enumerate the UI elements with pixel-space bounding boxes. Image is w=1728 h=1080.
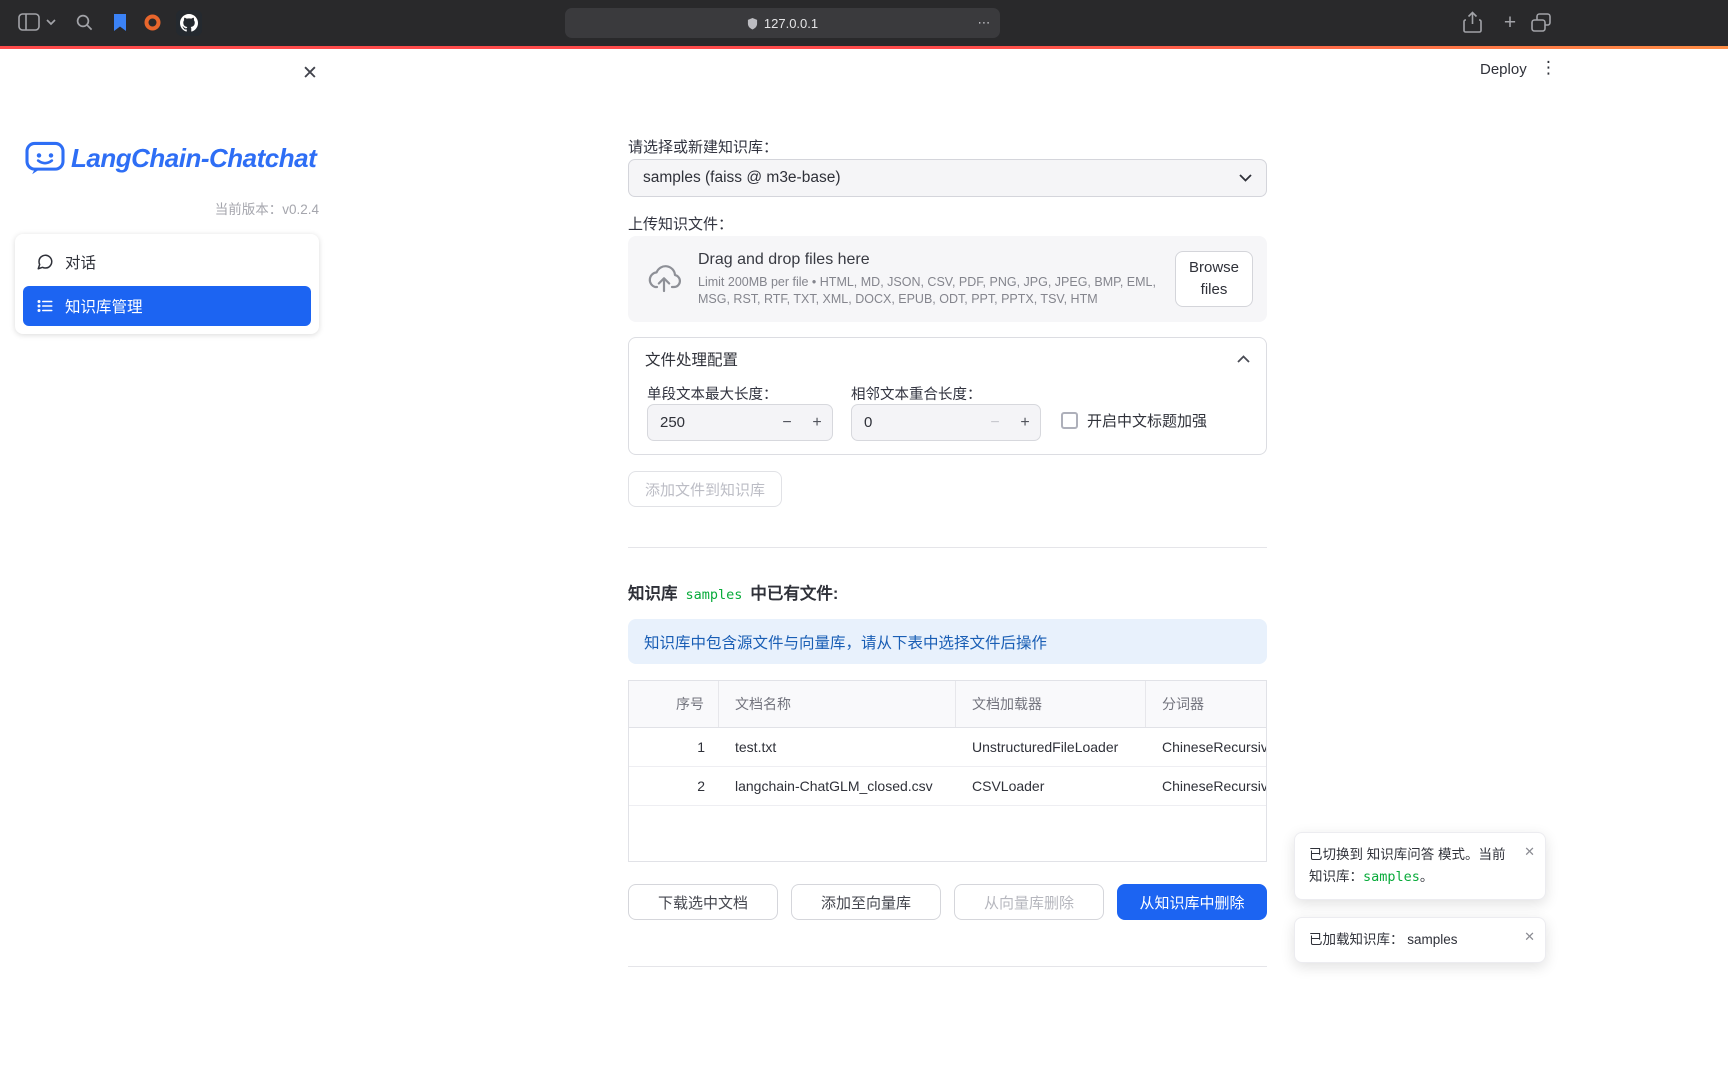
config-expander-title: 文件处理配置 bbox=[645, 348, 738, 370]
url-bar[interactable]: 127.0.0.1 ⋯ bbox=[565, 8, 1000, 38]
cell-loader: CSVLoader bbox=[956, 767, 1146, 805]
table-header-row: 序号 文档名称 文档加载器 分词器 bbox=[629, 681, 1266, 728]
logo-text: LangChain-Chatchat bbox=[71, 143, 316, 174]
kebab-menu-icon[interactable]: ⋮ bbox=[1540, 58, 1556, 78]
sidebar-toggle-icon[interactable] bbox=[18, 13, 40, 31]
chat-icon bbox=[36, 253, 54, 271]
chunk-size-label: 单段文本最大长度： bbox=[647, 383, 778, 404]
kb-selectbox[interactable]: samples (faiss @ m3e-base) bbox=[628, 159, 1267, 197]
table-header-cell: 文档加载器 bbox=[956, 681, 1146, 727]
table-header-cell: 文档名称 bbox=[719, 681, 956, 727]
chevron-down-icon[interactable] bbox=[46, 19, 56, 26]
overlap-size-value: 0 bbox=[852, 414, 980, 431]
config-expander-header[interactable]: 文件处理配置 bbox=[629, 338, 1266, 380]
file-dropzone[interactable]: Drag and drop files here Limit 200MB per… bbox=[628, 236, 1267, 322]
chunk-size-value: 250 bbox=[648, 414, 772, 431]
info-alert-text: 知识库中包含源文件与向量库，请从下表中选择文件后操作 bbox=[644, 631, 1047, 653]
cell-doc-name: test.txt bbox=[719, 728, 956, 766]
files-table: 序号 文档名称 文档加载器 分词器 1 test.txt Unstructure… bbox=[628, 680, 1267, 862]
nav-item-label: 对话 bbox=[65, 251, 96, 273]
browser-chrome: 127.0.0.1 ⋯ + bbox=[0, 0, 1728, 46]
config-expander: 文件处理配置 单段文本最大长度： 相邻文本重合长度： 250 − + 0 − +… bbox=[628, 337, 1267, 455]
checkbox-icon bbox=[1061, 412, 1078, 429]
chevron-down-icon bbox=[1239, 174, 1252, 182]
pinned-tab-blue-icon[interactable] bbox=[112, 13, 128, 32]
info-alert: 知识库中包含源文件与向量库，请从下表中选择文件后操作 bbox=[628, 619, 1267, 664]
download-selected-button[interactable]: 下载选中文档 bbox=[628, 884, 778, 920]
cell-splitter: ChineseRecursiveT bbox=[1146, 767, 1266, 805]
increment-button[interactable]: + bbox=[1010, 414, 1040, 432]
page-settings-icon[interactable]: ⋯ bbox=[976, 15, 992, 31]
files-heading-suffix: 中已有文件: bbox=[750, 580, 838, 604]
logo-icon bbox=[24, 140, 66, 176]
cell-loader: UnstructuredFileLoader bbox=[956, 728, 1146, 766]
increment-button[interactable]: + bbox=[802, 414, 832, 432]
cell-index: 1 bbox=[629, 728, 719, 766]
overlap-size-input[interactable]: 0 − + bbox=[851, 404, 1041, 441]
upload-label: 上传知识文件： bbox=[628, 213, 733, 234]
kb-selected-value: samples (faiss @ m3e-base) bbox=[643, 169, 841, 187]
decrement-button[interactable]: − bbox=[772, 414, 802, 432]
table-row[interactable]: 1 test.txt UnstructuredFileLoader Chines… bbox=[629, 728, 1266, 767]
kb-name-code: samples bbox=[1363, 869, 1420, 885]
github-tab-icon[interactable] bbox=[176, 10, 202, 36]
page: 127.0.0.1 ⋯ + ✕ La bbox=[0, 0, 1728, 1080]
tab-overview-icon[interactable] bbox=[1531, 13, 1551, 33]
pinned-tab-orange-icon[interactable] bbox=[144, 14, 161, 31]
divider bbox=[628, 966, 1267, 967]
table-row[interactable]: 2 langchain-ChatGLM_closed.csv CSVLoader… bbox=[629, 767, 1266, 806]
chunk-size-input[interactable]: 250 − + bbox=[647, 404, 833, 441]
dropzone-title: Drag and drop files here bbox=[698, 251, 1175, 269]
version-text: 当前版本：v0.2.4 bbox=[15, 198, 319, 218]
nav-item-knowledge-base[interactable]: 知识库管理 bbox=[23, 286, 311, 326]
sidebar: ✕ LangChain-Chatchat 当前版本：v0.2.4 对话 bbox=[0, 49, 334, 1080]
upload-cloud-icon bbox=[646, 264, 682, 294]
delete-from-vectorstore-button[interactable]: 从向量库删除 bbox=[954, 884, 1104, 920]
toast-kb-loaded: 已加载知识库： samples ✕ bbox=[1294, 917, 1546, 963]
toast-close-icon[interactable]: ✕ bbox=[1524, 842, 1535, 863]
zh-title-checkbox[interactable]: 开启中文标题加强 bbox=[1061, 410, 1207, 431]
new-tab-icon[interactable]: + bbox=[1498, 9, 1522, 37]
chevron-up-icon bbox=[1237, 355, 1250, 363]
files-heading-prefix: 知识库 bbox=[628, 580, 678, 604]
cell-doc-name: langchain-ChatGLM_closed.csv bbox=[719, 767, 956, 805]
cell-index: 2 bbox=[629, 767, 719, 805]
kb-select-label: 请选择或新建知识库： bbox=[628, 136, 778, 157]
overlap-size-label: 相邻文本重合长度： bbox=[851, 383, 982, 404]
toast-text: 已加载知识库： samples bbox=[1309, 932, 1458, 947]
kb-name-code: samples bbox=[686, 587, 743, 603]
nav-item-label: 知识库管理 bbox=[65, 295, 143, 317]
knowledge-base-icon bbox=[36, 297, 54, 315]
file-action-buttons: 下载选中文档 添加至向量库 从向量库删除 从知识库中删除 bbox=[628, 884, 1267, 920]
toast-text: 。 bbox=[1420, 869, 1434, 884]
decrement-button[interactable]: − bbox=[980, 414, 1010, 432]
share-icon[interactable] bbox=[1463, 11, 1482, 35]
deploy-button[interactable]: Deploy bbox=[1480, 61, 1527, 78]
browse-files-button[interactable]: Browse files bbox=[1175, 251, 1253, 307]
nav-item-dialogue[interactable]: 对话 bbox=[23, 242, 311, 282]
search-icon[interactable] bbox=[76, 14, 93, 31]
zh-title-checkbox-label: 开启中文标题加强 bbox=[1087, 410, 1207, 431]
add-files-to-kb-button[interactable]: 添加文件到知识库 bbox=[628, 471, 782, 507]
url-text: 127.0.0.1 bbox=[764, 16, 818, 31]
shield-icon bbox=[747, 17, 758, 30]
toast-mode-switched: 已切换到 知识库问答 模式。当前知识库：samples。 ✕ bbox=[1294, 832, 1546, 900]
dropzone-texts: Drag and drop files here Limit 200MB per… bbox=[698, 251, 1175, 307]
delete-from-kb-button[interactable]: 从知识库中删除 bbox=[1117, 884, 1267, 920]
table-header-cell: 分词器 bbox=[1146, 681, 1266, 727]
app-logo: LangChain-Chatchat bbox=[24, 140, 316, 176]
files-heading: 知识库 samples 中已有文件: bbox=[628, 580, 838, 604]
table-header-cell: 序号 bbox=[629, 681, 719, 727]
table-empty-area bbox=[629, 806, 1266, 862]
cell-splitter: ChineseRecursiveT bbox=[1146, 728, 1266, 766]
dropzone-limit-text: Limit 200MB per file • HTML, MD, JSON, C… bbox=[698, 274, 1175, 307]
sidebar-nav: 对话 知识库管理 bbox=[15, 234, 319, 334]
sidebar-close-button[interactable]: ✕ bbox=[295, 58, 325, 88]
add-to-vectorstore-button[interactable]: 添加至向量库 bbox=[791, 884, 941, 920]
close-icon: ✕ bbox=[302, 62, 318, 85]
toast-close-icon[interactable]: ✕ bbox=[1524, 927, 1535, 948]
divider bbox=[628, 547, 1267, 548]
